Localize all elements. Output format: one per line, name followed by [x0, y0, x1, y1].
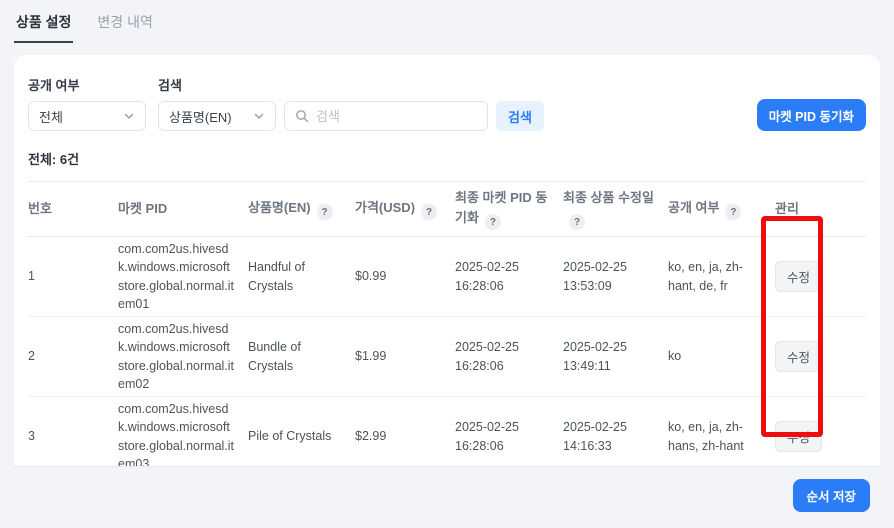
cell-sync: 2025-02-25 16:28:06 — [455, 258, 563, 294]
search-button[interactable]: 검색 — [496, 101, 544, 131]
visibility-select[interactable]: 전체 — [28, 101, 146, 131]
table-row: 2com.com2us.hivesdk.windows.microsoftsto… — [28, 317, 866, 397]
tab-change-history[interactable]: 변경 내역 — [95, 8, 154, 43]
cell-sync: 2025-02-25 16:28:06 — [455, 338, 563, 374]
cell-manage: 수정 — [775, 341, 866, 372]
column-header: 번호 — [28, 199, 118, 219]
column-header: 상품명(EN)? — [248, 198, 355, 221]
save-order-button[interactable]: 순서 저장 — [793, 479, 870, 512]
cell-no: 1 — [28, 267, 118, 285]
help-icon[interactable]: ? — [569, 214, 585, 230]
column-header: 관리 — [775, 199, 866, 219]
cell-visibility: ko, en, ja, zh-hant, de, fr — [668, 258, 775, 294]
cell-name: Pile of Crystals — [248, 427, 355, 445]
visibility-select-value: 전체 — [39, 107, 63, 126]
cell-name: Bundle of Crystals — [248, 338, 355, 374]
cell-no: 3 — [28, 427, 118, 445]
table-row: 3com.com2us.hivesdk.windows.microsoftsto… — [28, 397, 866, 467]
cell-pid: com.com2us.hivesdk.windows.microsoftstor… — [118, 320, 248, 393]
edit-button[interactable]: 수정 — [775, 261, 822, 292]
product-table: 번호마켓 PID상품명(EN)?가격(USD)?최종 마켓 PID 동기화?최종… — [28, 181, 866, 467]
help-icon[interactable]: ? — [485, 214, 501, 230]
cell-modified: 2025-02-25 13:53:09 — [563, 258, 668, 294]
filter-row: 공개 여부 전체 검색 상품명(EN) 검색 마켓 PID 동기화 — [28, 75, 866, 131]
cell-price: $2.99 — [355, 427, 455, 445]
tab-bar: 상품 설정 변경 내역 — [14, 8, 155, 43]
search-icon — [295, 109, 309, 123]
cell-modified: 2025-02-25 14:16:33 — [563, 418, 668, 454]
table-header-row: 번호마켓 PID상품명(EN)?가격(USD)?최종 마켓 PID 동기화?최종… — [28, 181, 866, 237]
cell-visibility: ko, en, ja, zh-hans, zh-hant — [668, 418, 775, 454]
cell-pid: com.com2us.hivesdk.windows.microsoftstor… — [118, 400, 248, 467]
cell-visibility: ko — [668, 347, 775, 365]
chevron-down-icon — [123, 110, 135, 122]
cell-price: $1.99 — [355, 347, 455, 365]
search-input[interactable] — [316, 109, 477, 124]
chevron-down-icon — [253, 110, 265, 122]
column-header: 가격(USD)? — [355, 198, 455, 221]
table-row: 1com.com2us.hivesdk.windows.microsoftsto… — [28, 237, 866, 317]
help-icon[interactable]: ? — [725, 204, 741, 220]
cell-manage: 수정 — [775, 261, 866, 292]
product-settings-panel: 공개 여부 전체 검색 상품명(EN) 검색 마켓 PID 동기화 전체: — [14, 55, 880, 467]
search-filter-group: 검색 상품명(EN) 검색 — [158, 75, 544, 131]
market-pid-sync-button[interactable]: 마켓 PID 동기화 — [757, 99, 866, 131]
help-icon[interactable]: ? — [317, 204, 333, 220]
cell-pid: com.com2us.hivesdk.windows.microsoftstor… — [118, 240, 248, 313]
cell-modified: 2025-02-25 13:49:11 — [563, 338, 668, 374]
edit-button[interactable]: 수정 — [775, 341, 822, 372]
table-body: 1com.com2us.hivesdk.windows.microsoftsto… — [28, 237, 866, 467]
cell-no: 2 — [28, 347, 118, 365]
help-icon[interactable]: ? — [421, 204, 437, 220]
column-header: 마켓 PID — [118, 199, 248, 219]
search-type-select[interactable]: 상품명(EN) — [158, 101, 276, 131]
tab-product-settings[interactable]: 상품 설정 — [14, 8, 73, 43]
total-count: 전체: 6건 — [28, 149, 866, 168]
visibility-filter-group: 공개 여부 전체 — [28, 75, 146, 131]
search-filter-label: 검색 — [158, 75, 544, 94]
edit-button[interactable]: 수정 — [775, 421, 822, 452]
cell-name: Handful of Crystals — [248, 258, 355, 294]
cell-price: $0.99 — [355, 267, 455, 285]
search-type-select-value: 상품명(EN) — [169, 107, 232, 126]
search-input-wrap — [284, 101, 488, 131]
visibility-filter-label: 공개 여부 — [28, 75, 146, 94]
cell-manage: 수정 — [775, 421, 866, 452]
column-header: 공개 여부? — [668, 198, 775, 221]
column-header: 최종 마켓 PID 동기화? — [455, 188, 563, 230]
column-header: 최종 상품 수정일? — [563, 188, 668, 230]
cell-sync: 2025-02-25 16:28:06 — [455, 418, 563, 454]
